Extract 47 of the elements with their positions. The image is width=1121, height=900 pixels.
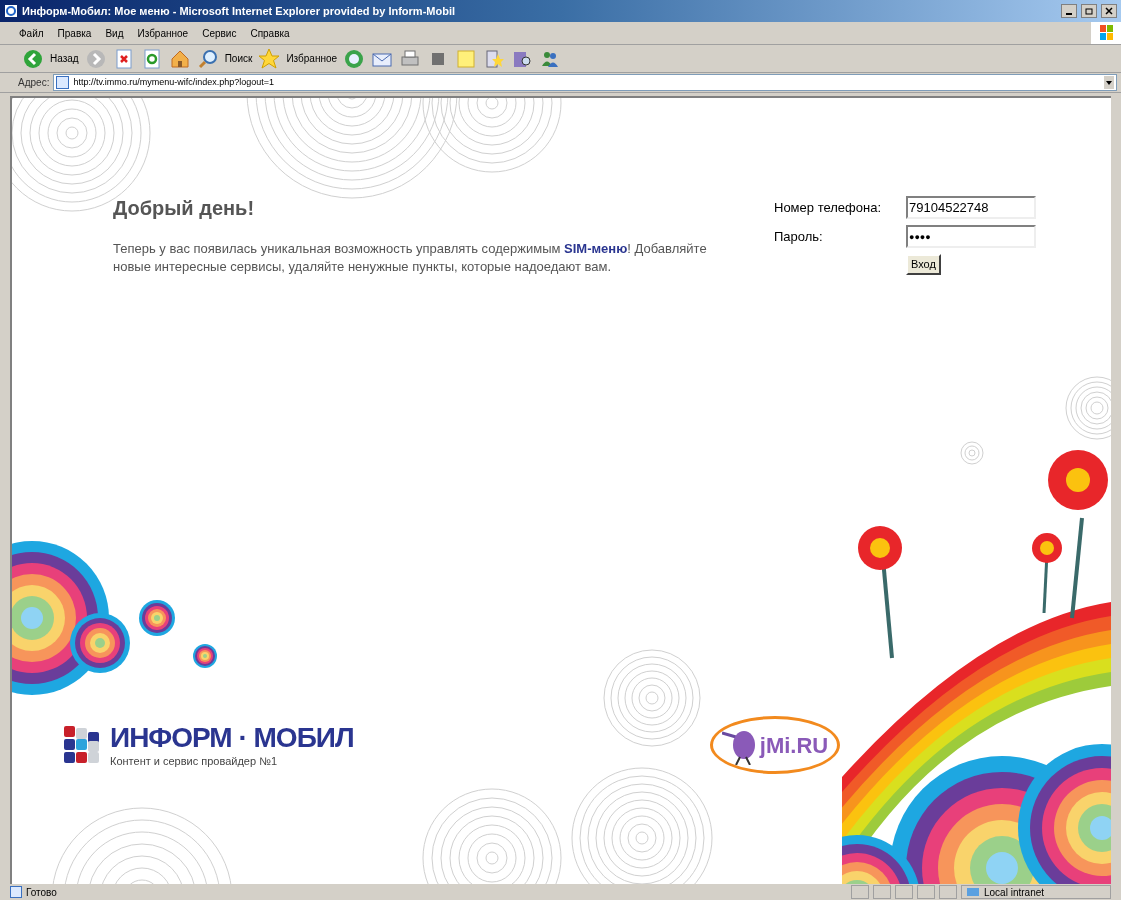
status-panel [895,885,913,899]
menu-item[interactable]: Сервис [195,25,244,41]
search-button[interactable]: Поиск [224,51,253,66]
search-icon[interactable] [196,47,219,70]
rainbow-circles-drawing [139,600,175,636]
menu-item[interactable]: Избранное [130,25,196,41]
network-icon [966,886,980,898]
circle-pattern-drawing [1065,376,1111,440]
phone-label: Номер телефона: [774,198,882,217]
status-panel [851,885,869,899]
status-text: Готово [26,885,57,900]
menu-item[interactable]: Вид [98,25,131,41]
minimize-button[interactable] [1061,4,1077,18]
close-button[interactable] [1101,4,1117,18]
rainbow-circles-drawing [193,644,217,668]
phone-field[interactable]: 79104522748 [906,196,1036,219]
greeting-heading: Добрый день! [113,196,256,221]
restore-icon [1085,7,1093,15]
address-field[interactable]: http://tv.immo.ru/mymenu-wifc/index.php?logout=1 [53,74,1117,91]
menu-item[interactable]: Правка [50,25,99,41]
company-logo-name: ИНФОРМ · МОБИЛ [110,723,354,753]
address-label: Адрес: [18,76,50,90]
back-button[interactable]: Назад [50,51,79,66]
windows-logo-icon [1091,22,1121,44]
menu-item[interactable]: Справка [243,25,297,41]
favorites-button[interactable]: Избранное [286,51,338,66]
status-panel [939,885,957,899]
window-title: Информ-Мобил: Мое меню - Microsoft Internet Explorer provided by Inform-Mobil [22,3,456,19]
restore-button[interactable] [1081,4,1097,18]
password-field[interactable]: ●●●● [906,225,1036,248]
page-icon [10,886,22,898]
bookmark-icon[interactable] [483,47,506,70]
close-icon [1105,7,1113,15]
zone-text: Local intranet [984,885,1045,900]
address-value: http://tv.immo.ru/mymenu-wifc/index.php?logout=1 [73,75,275,89]
password-label: Пароль: [774,227,824,246]
page-icon [56,76,70,89]
star-icon[interactable] [258,47,281,70]
status-panel [873,885,891,899]
circle-pattern-drawing [960,441,984,465]
jmi-badge-text: jMi.RU [759,731,829,760]
menu-item[interactable]: Файл [12,25,51,41]
intro-paragraph: Теперь у вас появилась уникальная возможность управлять содержимым SIM-меню! Добавляйте новые интересные сервисы, удаляйте ненужные пункты, которые надоедают вам. [113,240,708,276]
status-panel [917,885,935,899]
browser-icon [4,4,18,18]
company-tagline: Контент и сервис провайдер №1 [110,754,279,769]
login-button[interactable]: Вход [906,254,941,275]
